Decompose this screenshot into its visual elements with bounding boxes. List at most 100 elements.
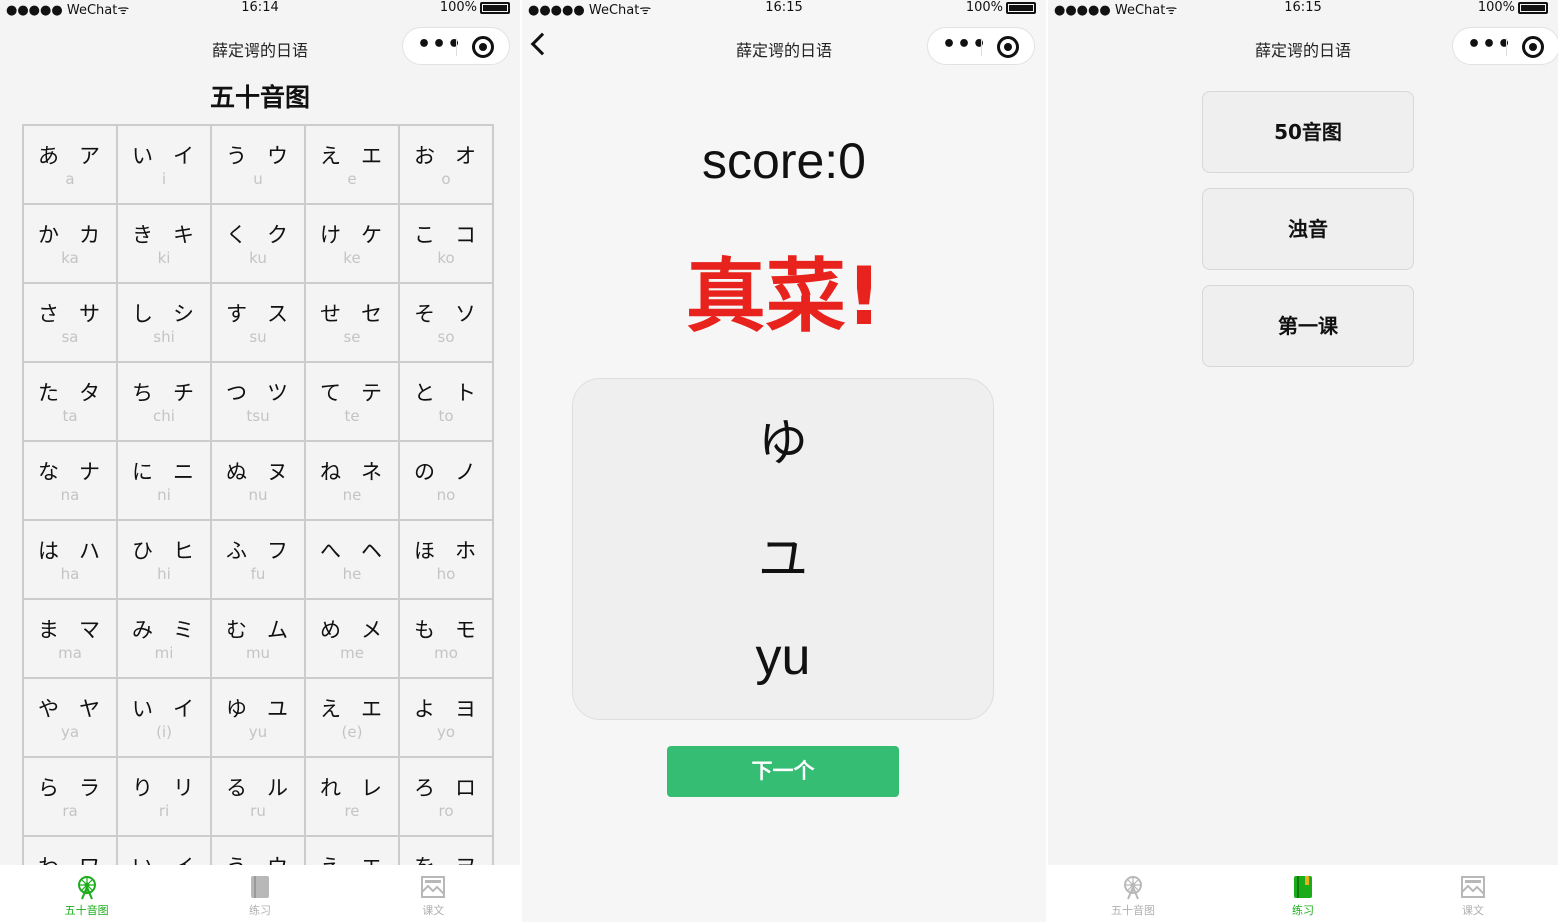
hiragana-char: え	[320, 144, 341, 168]
kana-cell[interactable]: つツ tsu	[212, 363, 306, 442]
kana-cell[interactable]: れレ re	[306, 758, 400, 837]
romaji-label: me	[340, 644, 364, 662]
kana-cell[interactable]: ゆユ yu	[212, 679, 306, 758]
katakana-char: ク	[267, 223, 288, 247]
hiragana-char: よ	[414, 697, 435, 721]
hiragana-char: け	[320, 223, 341, 247]
close-target-icon[interactable]	[1522, 36, 1544, 58]
kana-cell[interactable]: こコ ko	[400, 205, 494, 284]
kana-cell[interactable]: いイ (i)	[118, 679, 212, 758]
tab-item[interactable]: 课文	[1388, 865, 1558, 922]
kana-cell[interactable]: にニ ni	[118, 442, 212, 521]
hiragana-char: も	[414, 618, 435, 642]
tab-item[interactable]: 五十音图	[0, 865, 173, 922]
kana-cell[interactable]: そソ so	[400, 284, 494, 363]
hiragana-char: な	[38, 460, 59, 484]
kana-cell[interactable]: ろロ ro	[400, 758, 494, 837]
kana-cell[interactable]: たタ ta	[24, 363, 118, 442]
kana-cell[interactable]: いイi	[118, 126, 212, 205]
kana-cell[interactable]: のノ no	[400, 442, 494, 521]
hiragana-char: ふ	[226, 539, 247, 563]
romaji-label: to	[438, 407, 454, 425]
kana-cell[interactable]: るル ru	[212, 758, 306, 837]
katakana-char: ツ	[267, 381, 288, 405]
hiragana-char: へ	[320, 539, 341, 563]
romaji-label: a	[65, 170, 75, 188]
katakana-char: エ	[361, 144, 382, 168]
kana-cell[interactable]: くク ku	[212, 205, 306, 284]
hiragana-char: ち	[132, 381, 153, 405]
katakana-char: ホ	[455, 539, 476, 563]
kana-cell[interactable]: せセ se	[306, 284, 400, 363]
hiragana-char: と	[414, 381, 435, 405]
kana-cell[interactable]: てテ te	[306, 363, 400, 442]
katakana-char: ロ	[455, 776, 476, 800]
kana-cell[interactable]: さサ sa	[24, 284, 118, 363]
kana-cell[interactable]: まマ ma	[24, 600, 118, 679]
kana-cell[interactable]: はハ ha	[24, 521, 118, 600]
kana-cell[interactable]: かカ ka	[24, 205, 118, 284]
kana-cell[interactable]: すス su	[212, 284, 306, 363]
kana-cell[interactable]: なナ na	[24, 442, 118, 521]
hiragana-char: あ	[38, 144, 59, 168]
romaji-label: hi	[157, 565, 171, 583]
kana-cell[interactable]: めメ me	[306, 600, 400, 679]
romaji-label: ko	[437, 249, 455, 267]
close-target-icon[interactable]	[472, 36, 494, 58]
katakana-char: ラ	[79, 776, 100, 800]
kana-cell[interactable]: りリ ri	[118, 758, 212, 837]
status-bar: ●●●●● WeChatᯤ 16:14 100%	[0, 0, 520, 20]
hiragana-char: め	[320, 618, 341, 642]
kana-cell[interactable]: ぬヌ nu	[212, 442, 306, 521]
kana-cell[interactable]: むム mu	[212, 600, 306, 679]
kana-cell[interactable]: みミ mi	[118, 600, 212, 679]
kana-cell[interactable]: えエe	[306, 126, 400, 205]
romaji-label: shi	[153, 328, 175, 346]
katakana-char: ユ	[758, 530, 808, 588]
kana-cell[interactable]: ほホ ho	[400, 521, 494, 600]
romaji-text: yu	[755, 628, 811, 686]
kana-cell[interactable]: ちチ chi	[118, 363, 212, 442]
next-button[interactable]: 下一个	[667, 746, 899, 797]
kana-cell[interactable]: とト to	[400, 363, 494, 442]
tab-item[interactable]: 练习	[173, 865, 346, 922]
kana-cell[interactable]: らラ ra	[24, 758, 118, 837]
romaji-label: te	[344, 407, 360, 425]
kana-cell[interactable]: けケ ke	[306, 205, 400, 284]
tab-bar: 五十音图 练习 课文	[1048, 865, 1558, 922]
battery-level: 100%	[439, 0, 477, 15]
kana-cell[interactable]: よヨ yo	[400, 679, 494, 758]
kana-cell[interactable]: おオo	[400, 126, 494, 205]
battery-level: 100%	[1477, 0, 1515, 15]
kana-cell[interactable]: へヘ he	[306, 521, 400, 600]
katakana-char: ユ	[267, 697, 288, 721]
ferris-wheel-icon	[74, 874, 100, 900]
kana-cell[interactable]: もモ mo	[400, 600, 494, 679]
kana-cell[interactable]: ねネ ne	[306, 442, 400, 521]
kana-cell[interactable]: きキ ki	[118, 205, 212, 284]
katakana-char: ハ	[79, 539, 100, 563]
kana-cell[interactable]: うウu	[212, 126, 306, 205]
romaji-label: ne	[342, 486, 362, 504]
menu-button-kana-chart[interactable]: 50音图	[1202, 91, 1414, 173]
kana-cell[interactable]: やヤ ya	[24, 679, 118, 758]
kana-cell[interactable]: えエ (e)	[306, 679, 400, 758]
miniprogram-capsule: •••	[927, 27, 1035, 65]
romaji-label: o	[441, 170, 451, 188]
capsule-divider	[1506, 38, 1507, 56]
menu-button-dakuon[interactable]: 浊音	[1202, 188, 1414, 270]
kana-cell[interactable]: ふフ fu	[212, 521, 306, 600]
romaji-label: ro	[438, 802, 454, 820]
close-target-icon[interactable]	[997, 36, 1019, 58]
tab-item[interactable]: 课文	[347, 865, 520, 922]
katakana-char: モ	[455, 618, 476, 642]
kana-cell[interactable]: あアa	[24, 126, 118, 205]
tab-item[interactable]: 练习	[1218, 865, 1388, 922]
practice-screen: ●●●●● WeChatᯤ 16:15 100% 薛定谔的日语 ••• scor…	[522, 0, 1046, 922]
hiragana-char: か	[38, 223, 59, 247]
menu-button-lesson-one[interactable]: 第一课	[1202, 285, 1414, 367]
kana-cell[interactable]: しシ shi	[118, 284, 212, 363]
hiragana-char: は	[38, 539, 59, 563]
kana-cell[interactable]: ひヒ hi	[118, 521, 212, 600]
tab-item[interactable]: 五十音图	[1048, 865, 1218, 922]
